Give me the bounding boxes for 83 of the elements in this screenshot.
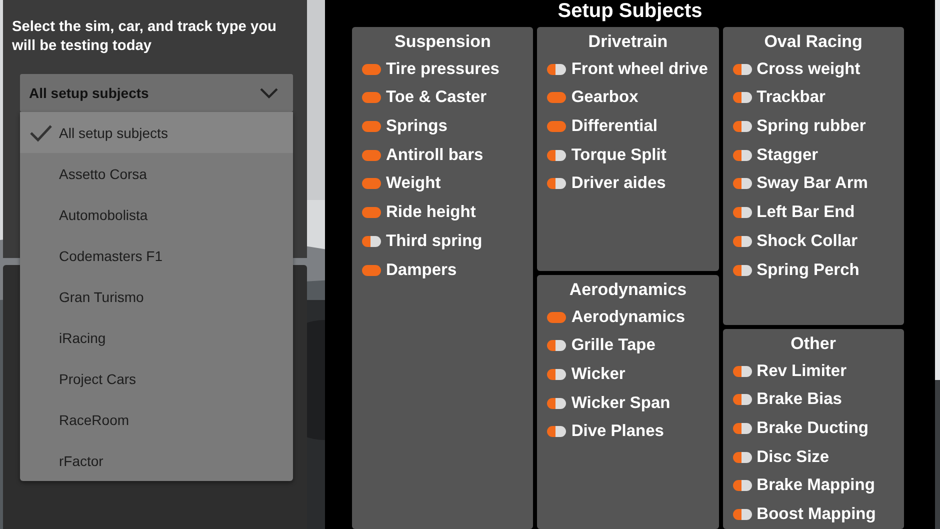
toggle-switch[interactable]: [362, 64, 381, 75]
subject-label: Front wheel drive: [571, 60, 708, 79]
card-title: Other: [790, 332, 837, 355]
subject-label: Spring Perch: [756, 260, 860, 280]
menu-option[interactable]: Assetto Corsa: [20, 153, 293, 194]
subject-label: Wicker: [571, 365, 626, 384]
toggle-switch[interactable]: [732, 480, 752, 492]
toggle-switch[interactable]: [547, 340, 566, 352]
chevron-icon: [259, 87, 279, 99]
subject-label: Spring rubber: [756, 117, 866, 136]
subject-label: Third spring: [386, 232, 482, 251]
toggle-switch[interactable]: [362, 264, 381, 276]
subject-label: Tire pressures: [386, 60, 500, 79]
subject-label: Dive Planes: [571, 422, 664, 442]
toggle-switch[interactable]: [547, 312, 566, 323]
instruction-text: Select the sim, car, and track type you will be testing today: [12, 18, 278, 56]
subject-label: Gearbox: [571, 88, 638, 108]
subject-label: Rev Limiter: [756, 362, 847, 381]
subject-label: Grille Tape: [571, 336, 656, 356]
toggle-switch[interactable]: [732, 452, 752, 463]
menu-option[interactable]: Gran Turismo: [20, 276, 293, 317]
subject-label: Trackbar: [756, 88, 826, 108]
subject-label: Brake Mapping: [756, 476, 875, 496]
toggle-switch[interactable]: [362, 150, 381, 161]
subject-label: Weight: [386, 174, 441, 194]
toggle-switch[interactable]: [732, 178, 752, 190]
toggle-switch[interactable]: [547, 426, 566, 438]
subject-label: Brake Ducting: [756, 419, 869, 438]
subject-label: Aerodynamics: [571, 308, 686, 327]
subject-label: Brake Bias: [756, 390, 842, 410]
subject-label: Dampers: [386, 260, 457, 280]
toggle-switch[interactable]: [732, 121, 752, 132]
toggle-switch[interactable]: [547, 398, 566, 409]
subject-label: Boost Mapping: [756, 505, 876, 524]
page-title: Setup Subjects: [556, 0, 704, 24]
toggle-switch[interactable]: [732, 423, 752, 434]
menu-option[interactable]: All setup subjects: [20, 112, 293, 153]
subject-label: Sway Bar Arm: [756, 174, 868, 194]
toggle-switch[interactable]: [547, 150, 566, 161]
toggle-switch[interactable]: [732, 394, 752, 406]
menu-option[interactable]: RaceRoom: [20, 399, 293, 440]
subject-label: Shock Collar: [756, 232, 858, 251]
card-title: Drivetrain: [587, 30, 669, 53]
toggle-switch[interactable]: [362, 121, 381, 132]
menu-option[interactable]: Automobolista: [20, 194, 293, 235]
toggle-switch[interactable]: [362, 178, 381, 190]
card-title: Suspension: [393, 30, 492, 53]
subject-label: Driver aides: [571, 174, 666, 194]
subject-label: Cross weight: [756, 60, 860, 79]
subject-label: Antiroll bars: [386, 146, 484, 165]
subject-label: Toe & Caster: [386, 88, 487, 108]
toggle-switch[interactable]: [732, 509, 752, 520]
subject-dropdown[interactable]: All setup subjects: [20, 74, 293, 112]
toggle-switch[interactable]: [362, 236, 381, 247]
toggle-switch[interactable]: [547, 64, 566, 75]
subject-label: Ride height: [386, 203, 476, 222]
subject-label: Differential: [571, 117, 658, 136]
toggle-switch[interactable]: [732, 264, 752, 276]
subject-label: Torque Split: [571, 146, 666, 165]
toggle-switch[interactable]: [732, 64, 752, 75]
toggle-switch[interactable]: [732, 207, 752, 218]
toggle-switch[interactable]: [732, 366, 752, 377]
toggle-switch[interactable]: [362, 92, 381, 104]
toggle-switch[interactable]: [732, 150, 752, 161]
toggle-switch[interactable]: [547, 121, 566, 132]
toggle-switch[interactable]: [547, 369, 566, 380]
menu-option[interactable]: iRacing: [20, 317, 293, 358]
subject-label: Wicker Span: [571, 394, 670, 413]
card-title: Oval Racing: [763, 30, 864, 53]
subject-label: Springs: [386, 117, 448, 136]
toggle-switch[interactable]: [547, 178, 566, 190]
toggle-switch[interactable]: [547, 92, 566, 104]
toggle-switch[interactable]: [732, 236, 752, 247]
subject-label: Disc Size: [756, 448, 830, 467]
toggle-switch[interactable]: [362, 207, 381, 218]
check-icon: [29, 124, 53, 142]
menu-option[interactable]: Codemasters F1: [20, 235, 293, 276]
menu-option[interactable]: rFactor: [20, 440, 293, 481]
menu-option[interactable]: Project Cars: [20, 358, 293, 399]
card-title: Aerodynamics: [568, 278, 688, 301]
subject-label: Left Bar End: [756, 203, 855, 222]
toggle-switch[interactable]: [732, 92, 752, 104]
subject-label: Stagger: [756, 146, 818, 165]
